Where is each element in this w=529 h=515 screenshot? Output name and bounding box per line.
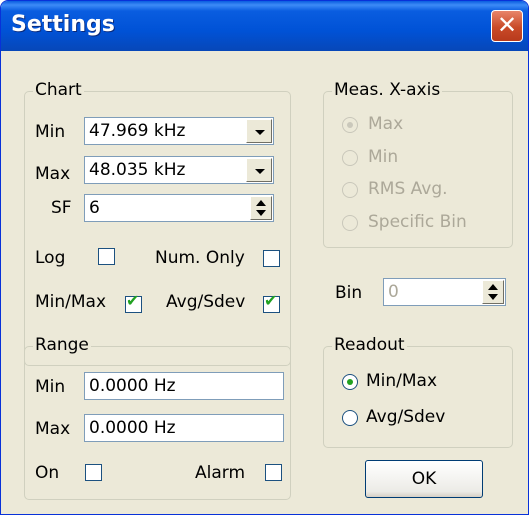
ok-button[interactable]: OK [365, 460, 483, 498]
num-only-label: Num. Only [155, 248, 245, 268]
bin-value: 0 [388, 282, 399, 302]
log-label: Log [35, 248, 66, 268]
range-max-value: 0.0000 Hz [89, 418, 176, 438]
minmax-label: Min/Max [35, 292, 107, 312]
dialog-body: Chart Min 47.969 kHz Max 48.035 kHz SF 6… [4, 51, 525, 513]
on-checkbox[interactable] [85, 464, 102, 481]
radio-selected-dot [347, 379, 353, 385]
meas-specific-bin-label: Specific Bin [368, 212, 467, 232]
sf-stepper[interactable]: 6 [84, 194, 274, 222]
chart-min-label: Min [35, 122, 66, 142]
range-group-legend: Range [33, 335, 91, 355]
alarm-label: Alarm [195, 463, 246, 483]
settings-window: Settings ✕ Chart Min 47.969 kHz Max 48.0… [0, 0, 529, 515]
range-min-label: Min [35, 377, 66, 397]
num-only-checkbox[interactable] [263, 250, 280, 267]
range-min-input[interactable]: 0.0000 Hz [84, 372, 284, 400]
meas-x-axis-legend: Meas. X-axis [332, 80, 443, 100]
meas-rms-avg-label: RMS Avg. [368, 179, 448, 199]
sf-label: SF [51, 198, 72, 218]
on-label: On [35, 463, 60, 483]
spin-arrows-icon[interactable] [250, 196, 272, 220]
range-max-label: Max [35, 419, 71, 439]
checkmark-icon: ✔ [126, 291, 140, 310]
readout-minmax-radio[interactable] [342, 374, 358, 390]
readout-group: Readout Min/Max Avg/Sdev [323, 335, 513, 448]
meas-max-label: Max [368, 114, 404, 134]
chevron-down-icon[interactable] [246, 119, 272, 143]
meas-specific-bin-radio[interactable] [342, 215, 358, 231]
log-checkbox[interactable] [98, 248, 115, 265]
chart-max-value: 48.035 kHz [89, 160, 186, 180]
meas-min-radio[interactable] [342, 150, 358, 166]
minmax-checkbox[interactable]: ✔ [125, 292, 142, 313]
range-max-input[interactable]: 0.0000 Hz [84, 414, 284, 442]
sf-value: 6 [89, 198, 100, 218]
readout-minmax-label: Min/Max [366, 371, 438, 391]
alarm-checkbox[interactable] [265, 464, 282, 481]
range-group: Range Min 0.0000 Hz Max 0.0000 Hz On Ala… [24, 335, 291, 500]
window-title: Settings [11, 12, 115, 37]
meas-x-axis-group: Meas. X-axis Max Min RMS Avg. Specific B… [323, 80, 513, 248]
range-min-value: 0.0000 Hz [89, 376, 176, 396]
meas-max-radio[interactable] [342, 117, 358, 133]
chart-group: Chart Min 47.969 kHz Max 48.035 kHz SF 6… [24, 80, 291, 366]
meas-rms-avg-radio[interactable] [342, 182, 358, 198]
bin-stepper[interactable]: 0 [383, 278, 506, 306]
chevron-down-icon[interactable] [246, 158, 272, 182]
bin-label: Bin [335, 283, 363, 303]
chart-group-legend: Chart [33, 80, 84, 100]
avgsdev-label: Avg/Sdev [166, 292, 246, 312]
spin-arrows-icon[interactable] [482, 280, 504, 304]
readout-avgsdev-label: Avg/Sdev [366, 407, 446, 427]
chart-max-label: Max [35, 164, 71, 184]
checkmark-icon: ✔ [264, 291, 278, 310]
readout-avgsdev-radio[interactable] [342, 410, 358, 426]
meas-min-label: Min [368, 147, 399, 167]
close-icon[interactable]: ✕ [491, 10, 523, 42]
avgsdev-checkbox[interactable]: ✔ [263, 292, 280, 313]
readout-legend: Readout [332, 335, 407, 355]
title-bar[interactable]: Settings ✕ [1, 1, 528, 51]
chart-min-dropdown[interactable]: 47.969 kHz [84, 117, 274, 145]
chart-min-value: 47.969 kHz [89, 121, 186, 141]
chart-max-dropdown[interactable]: 48.035 kHz [84, 156, 274, 184]
